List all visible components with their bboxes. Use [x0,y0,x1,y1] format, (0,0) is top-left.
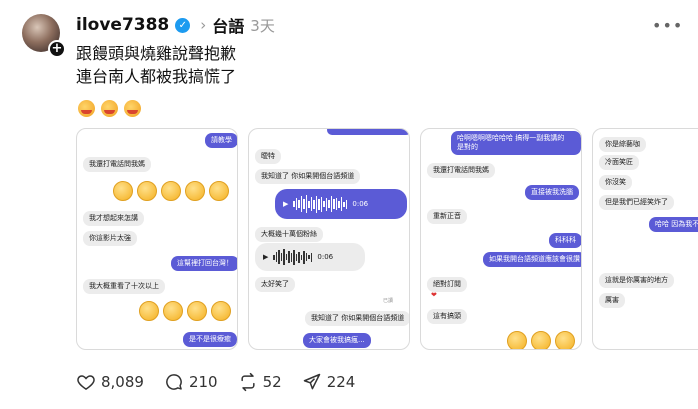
like-count: 8,089 [101,373,144,391]
chat-bubble-in: 我還打電話問我媽 [427,163,495,178]
waveform [273,249,313,265]
post-text-line: 跟饅頭與燒雞說聲抱歉 [76,44,237,63]
chat-bubble-in: 你沒笑 [599,175,632,190]
chat-bubble-out: 科科科 [549,233,581,248]
username[interactable]: ilove7388 [76,15,169,35]
heart-icon [77,375,95,390]
play-icon[interactable]: ▶ [263,253,268,261]
screenshot-card[interactable]: 請教學 我還打電話問我媽 我才想起來怎講 你這影片太強 這幫裡打回台灣！ 我大概… [76,128,238,350]
play-icon[interactable]: ▶ [283,200,288,208]
share-button[interactable]: 224 [302,372,356,392]
waveform [293,195,348,213]
chat-bubble-in: 我知道了 你如果開個台語頻道 [305,311,409,326]
more-icon[interactable]: ••• [652,16,683,35]
rofl-emoji-icon [161,181,181,201]
chat-bubble-in: 我知道了 你如果開個台語頻道 [255,169,361,184]
chat-bubble-out [327,129,409,135]
chat-bubble-out: 直接被我洗腦 [525,185,579,200]
chat-bubble-in: 重新正音 [427,209,467,224]
emoji-reaction-row [507,331,575,349]
comment-icon [166,374,182,390]
chat-bubble-in: 你這影片太強 [83,231,137,246]
verified-icon: ✓ [175,17,191,33]
chat-bubble-out: 大家會被我搞瘋... [303,333,371,348]
chat-bubble-in: 這有搞頭 [427,309,467,324]
rofl-emoji-icon [113,181,133,201]
chat-bubble-in: 厲害 [599,293,625,308]
chat-bubble-out: 如果我開台語頻道應該會很讚 [483,252,581,267]
screenshot-card[interactable]: 曖特 我知道了 你如果開個台語頻道 ▶ 0:06 大概幾十萬個粉絲 ▶ 0:06… [248,128,410,350]
chat-bubble-in: 大概幾十萬個粉絲 [255,227,323,242]
topic-tag[interactable]: 台語 [212,13,244,37]
chat-bubble-in: 我才想起來怎講 [83,211,144,226]
post-text-line: 連台南人都被我搞慌了 [76,67,237,86]
chevron-right-icon: › [200,16,207,34]
chat-bubble-line: 是對的 [457,143,478,151]
audio-duration: 0:06 [317,253,334,261]
laugh-emoji-icon [555,331,575,349]
screenshot-card[interactable]: 你是綜藝咖 冷面笑匠 你沒笑 但是我們已經笑炸了 哈哈 因為我不 這就是你厲害的… [592,128,698,350]
image-carousel[interactable]: 請教學 我還打電話問我媽 我才想起來怎講 你這影片太強 這幫裡打回台灣！ 我大概… [76,128,698,350]
share-icon [303,373,320,390]
action-bar: 8,089 210 52 224 [76,372,375,392]
rofl-emoji-icon [209,181,229,201]
laugh-emoji-icon [101,100,118,117]
screenshot-card[interactable]: 哈啊嗯啊嗯哈哈哈 搞得一副我講的 是對的 我還打電話問我媽 直接被我洗腦 重新正… [420,128,582,350]
laugh-emoji-icon [531,331,551,349]
chat-bubble-in: 我還打電話問我媽 [83,157,151,172]
follow-plus-icon[interactable]: + [48,40,66,58]
laugh-emoji-icon [139,301,159,321]
laugh-emoji-icon [124,100,141,117]
rofl-emoji-icon [137,181,157,201]
chat-bubble-out: 這幫裡打回台灣！ [171,256,237,271]
post-time: 3天 [250,16,275,35]
heart-icon: ❤ [431,291,437,299]
post-text: 跟饅頭與燒雞說聲抱歉 連台南人都被我搞慌了 [76,42,236,88]
chat-bubble-in: 這就是你厲害的地方 [599,273,674,288]
chat-bubble-out: 哈啊嗯啊嗯哈哈哈 搞得一副我講的 是對的 [451,131,581,155]
post-header: ilove7388 ✓ › 台語 3天 [76,14,275,36]
repost-icon [241,372,255,392]
chat-bubble-out: 是不是很療癒 [183,332,237,347]
like-button[interactable]: 8,089 [76,372,144,392]
repost-count: 52 [262,373,282,391]
chat-bubble-line: 哈啊嗯啊嗯哈哈哈 搞得一副我講的 [457,134,565,142]
read-receipt: 已讀 [383,298,394,304]
comment-button[interactable]: 210 [164,372,218,392]
chat-bubble-in: 太好笑了 [255,277,295,292]
laugh-emoji-icon [187,301,207,321]
rofl-emoji-icon [185,181,205,201]
emoji-reaction-row [139,301,231,321]
laugh-emoji-icon [507,331,527,349]
emoji-row [78,100,141,117]
share-count: 224 [326,373,356,391]
laugh-emoji-icon [78,100,95,117]
laugh-emoji-icon [211,301,231,321]
comment-count: 210 [188,373,218,391]
audio-duration: 0:06 [352,200,369,208]
chat-bubble-in: 曖特 [255,149,281,164]
voice-message-in[interactable]: ▶ 0:06 [255,243,365,271]
chat-bubble-in: 我大概重看了十次以上 [83,279,165,294]
chat-bubble-in: 冷面笑匠 [599,155,639,170]
chat-bubble-in: 絕對訂閱 [427,277,467,292]
laugh-emoji-icon [163,301,183,321]
chat-bubble-out: 請教學 [205,133,237,148]
emoji-reaction-row [113,181,229,201]
voice-message-out[interactable]: ▶ 0:06 [275,189,407,219]
chat-bubble-in: 你是綜藝咖 [599,137,646,152]
chat-bubble-in: 但是我們已經笑炸了 [599,195,674,210]
chat-bubble-out: 哈哈 因為我不 [649,217,698,232]
repost-button[interactable]: 52 [238,372,282,392]
